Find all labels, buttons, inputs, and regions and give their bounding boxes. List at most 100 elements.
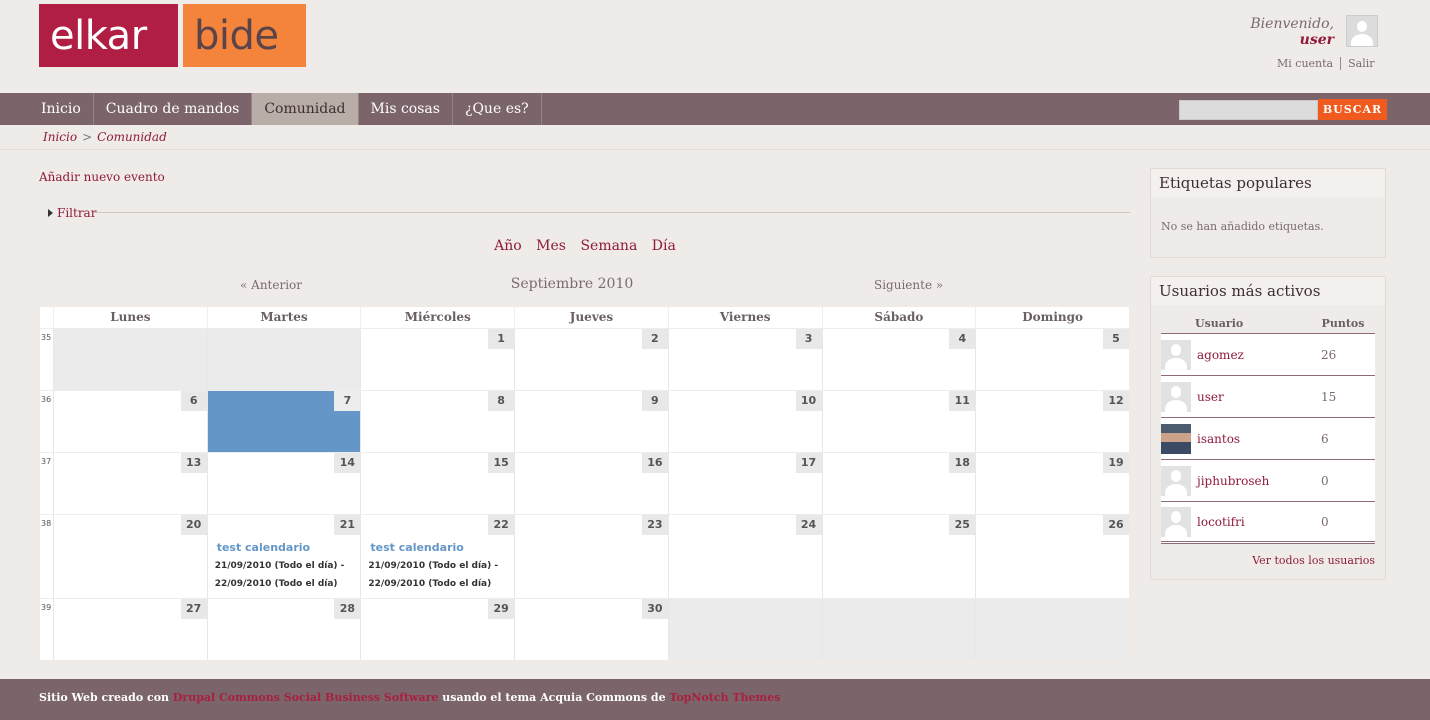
day-number[interactable]: 24	[795, 515, 822, 535]
calendar-day[interactable]: 14	[206, 453, 361, 514]
day-number[interactable]: 30	[641, 599, 668, 619]
week-number[interactable]: 38	[40, 515, 53, 598]
view-tab-month[interactable]: Mes	[536, 238, 566, 254]
calendar-day[interactable]: 17	[667, 453, 822, 514]
search-button[interactable]: BUSCAR	[1318, 99, 1387, 120]
day-number[interactable]: 22	[488, 515, 515, 535]
day-number[interactable]: 16	[641, 453, 668, 473]
user-avatar[interactable]	[1161, 423, 1191, 454]
calendar-day[interactable]: 6	[52, 391, 207, 452]
day-number[interactable]: 18	[949, 453, 976, 473]
user-avatar[interactable]	[1161, 339, 1191, 370]
next-month-link[interactable]: Siguiente »	[874, 278, 943, 292]
day-number[interactable]: 13	[180, 453, 207, 473]
see-all-users-link[interactable]: Ver todos los usuarios	[1252, 554, 1375, 567]
search-input[interactable]	[1179, 100, 1318, 120]
calendar-day[interactable]: 7	[206, 391, 361, 452]
day-number[interactable]: 20	[180, 515, 207, 535]
welcome-username[interactable]: user	[1250, 32, 1334, 48]
week-number[interactable]: 37	[40, 453, 53, 514]
week-number[interactable]: 39	[40, 599, 53, 660]
calendar-day[interactable]: 23	[514, 515, 668, 598]
calendar-day[interactable]: 24	[667, 515, 822, 598]
breadcrumb-comunidad[interactable]: Comunidad	[97, 130, 167, 144]
day-number[interactable]: 17	[795, 453, 822, 473]
user-avatar[interactable]	[1161, 465, 1191, 496]
day-number[interactable]: 15	[488, 453, 515, 473]
event-title-link[interactable]: test calendario	[370, 541, 498, 554]
day-number[interactable]: 19	[1103, 453, 1129, 473]
day-number[interactable]: 14	[334, 453, 361, 473]
site-logo[interactable]: elkar bide	[39, 4, 306, 67]
calendar-day[interactable]: 27	[52, 599, 207, 660]
calendar-day[interactable]: 15	[360, 453, 515, 514]
view-tab-week[interactable]: Semana	[580, 238, 637, 254]
logout-link[interactable]: Salir	[1341, 57, 1381, 70]
calendar-day[interactable]: 22 test calendario 21/09/2010 (Todo el día…	[360, 515, 515, 598]
day-number[interactable]: 3	[795, 329, 822, 349]
week-number[interactable]: 36	[40, 391, 53, 452]
nav-item-inicio[interactable]: Inicio	[29, 93, 94, 125]
calendar-day[interactable]: 3	[667, 329, 822, 390]
user-name-link[interactable]: jiphubroseh	[1197, 474, 1321, 488]
calendar-day[interactable]: 2	[514, 329, 668, 390]
calendar-day[interactable]: 28	[206, 599, 361, 660]
calendar-day[interactable]: 25	[821, 515, 976, 598]
user-avatar[interactable]	[1161, 506, 1191, 537]
day-number[interactable]: 7	[334, 391, 361, 411]
calendar-day[interactable]: 10	[667, 391, 822, 452]
footer-drupal-link[interactable]: Drupal Commons Social Business Software	[173, 691, 439, 704]
calendar-day[interactable]: 8	[360, 391, 515, 452]
breadcrumb-inicio[interactable]: Inicio	[43, 130, 77, 144]
calendar-day[interactable]: 1	[360, 329, 515, 390]
day-number[interactable]: 28	[334, 599, 361, 619]
day-number[interactable]: 9	[641, 391, 668, 411]
day-number[interactable]: 6	[180, 391, 207, 411]
calendar-day[interactable]: 12	[975, 391, 1129, 452]
calendar-day[interactable]: 21 test calendario 21/09/2010 (Todo el día…	[206, 515, 361, 598]
user-avatar[interactable]	[1161, 381, 1191, 412]
calendar-day[interactable]: 16	[514, 453, 668, 514]
user-name-link[interactable]: isantos	[1197, 432, 1321, 446]
day-number[interactable]: 4	[949, 329, 976, 349]
calendar-day[interactable]: 13	[52, 453, 207, 514]
user-avatar[interactable]	[1346, 15, 1378, 47]
calendar-day[interactable]: 29	[360, 599, 515, 660]
day-number[interactable]: 5	[1103, 329, 1129, 349]
user-name-link[interactable]: agomez	[1197, 348, 1321, 362]
day-number[interactable]: 29	[488, 599, 515, 619]
user-name-link[interactable]: user	[1197, 390, 1321, 404]
nav-item-mis-cosas[interactable]: Mis cosas	[359, 93, 453, 125]
day-number[interactable]: 10	[795, 391, 822, 411]
calendar-day[interactable]: 19	[975, 453, 1129, 514]
day-number[interactable]: 27	[180, 599, 207, 619]
nav-item-cuadro-de-mandos[interactable]: Cuadro de mandos	[94, 93, 253, 125]
calendar-day[interactable]: 18	[821, 453, 976, 514]
calendar-day[interactable]: 30	[514, 599, 668, 660]
calendar-day[interactable]: 5	[975, 329, 1129, 390]
day-number[interactable]: 25	[949, 515, 976, 535]
day-number[interactable]: 8	[488, 391, 515, 411]
add-event-link[interactable]: Añadir nuevo evento	[39, 170, 165, 184]
user-name-link[interactable]: locotifri	[1197, 515, 1321, 529]
event-title-link[interactable]: test calendario	[217, 541, 345, 554]
nav-item-comunidad[interactable]: Comunidad	[252, 93, 359, 125]
calendar-day[interactable]: 20	[52, 515, 207, 598]
day-number[interactable]: 21	[334, 515, 361, 535]
day-number[interactable]: 26	[1103, 515, 1129, 535]
calendar-day[interactable]: 4	[821, 329, 976, 390]
nav-item-que-es[interactable]: ¿Que es?	[453, 93, 542, 125]
my-account-link[interactable]: Mi cuenta	[1270, 57, 1342, 70]
day-number[interactable]: 2	[641, 329, 668, 349]
week-number[interactable]: 35	[40, 329, 53, 390]
day-number[interactable]: 23	[641, 515, 668, 535]
calendar-day[interactable]: 9	[514, 391, 668, 452]
calendar-day[interactable]: 26	[975, 515, 1129, 598]
day-number[interactable]: 12	[1103, 391, 1129, 411]
day-number[interactable]: 1	[488, 329, 515, 349]
view-tab-year[interactable]: Año	[494, 238, 522, 254]
calendar-day[interactable]: 11	[821, 391, 976, 452]
filter-toggle[interactable]: Filtrar	[48, 206, 96, 220]
day-number[interactable]: 11	[949, 391, 976, 411]
footer-topnotch-link[interactable]: TopNotch Themes	[669, 691, 780, 704]
